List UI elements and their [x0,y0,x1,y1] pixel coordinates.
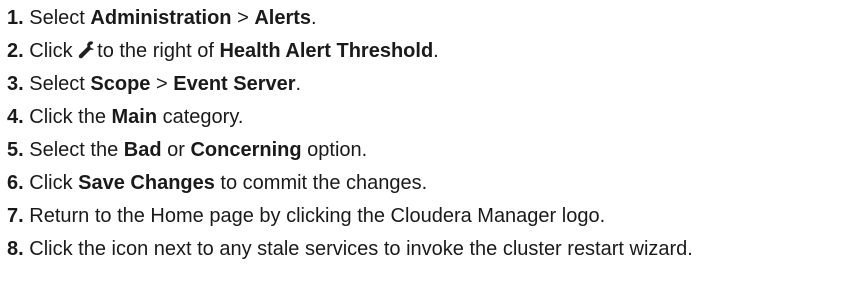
step-text: Select [29,7,91,29]
step-text: > [231,7,255,29]
step-text: option. [301,139,368,161]
step-bold-term: Alerts [254,7,312,29]
step-bold-term: Bad [123,139,162,161]
step-number: 7. [7,205,24,227]
step-item-5: 5. Select the Bad or Concerning option. [7,134,693,167]
step-text: Select [29,73,91,95]
step-text: . [311,7,317,29]
step-item-2: 2. Click to the right of Health Alert Th… [7,35,693,68]
step-text: Click [29,40,79,62]
step-text: to the right of [97,40,220,62]
wrench-icon [78,37,95,59]
step-text: to commit the changes. [214,172,428,194]
step-bold-term: Event Server [173,73,296,95]
step-bold-term: Administration [90,7,232,29]
step-text: Click the icon next to any stale service… [29,238,693,260]
step-bold-term: Main [111,106,158,128]
step-number: 4. [7,106,24,128]
step-item-7: 7. Return to the Home page by clicking t… [7,200,693,233]
step-item-1: 1. Select Administration > Alerts. [7,2,693,35]
step-item-3: 3. Select Scope > Event Server. [7,68,693,101]
instruction-steps-list: 1. Select Administration > Alerts. 2. Cli… [7,2,693,266]
step-item-8: 8. Click the icon next to any stale serv… [7,233,693,266]
step-bold-term: Health Alert Threshold [219,40,434,62]
step-text: Click the [29,106,112,128]
step-number: 6. [7,172,24,194]
step-text: > [150,73,174,95]
step-number: 5. [7,139,24,161]
step-number: 3. [7,73,24,95]
step-number: 2. [7,40,24,62]
step-bold-term: Concerning [190,139,302,161]
step-item-4: 4. Click the Main category. [7,101,693,134]
step-bold-term: Save Changes [78,172,215,194]
step-text: or [161,139,191,161]
step-number: 8. [7,238,24,260]
step-text: Return to the Home page by clicking the … [29,205,606,227]
step-item-6: 6. Click Save Changes to commit the chan… [7,167,693,200]
step-text: Click [29,172,79,194]
step-text: . [433,40,439,62]
step-bold-term: Scope [90,73,151,95]
step-text: . [295,73,302,95]
step-number: 1. [7,7,24,29]
step-text: Select the [29,139,124,161]
step-text: category. [157,106,244,128]
